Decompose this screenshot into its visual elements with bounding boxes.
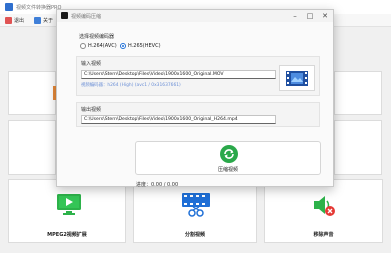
input-codec-info: 视频编码器：h264 (High) (avc1 / 0x31637661)	[81, 83, 181, 88]
tile-mid-right[interactable]	[334, 120, 382, 175]
input-video-label: 输入视频	[81, 61, 102, 67]
menu-about[interactable]: 关于	[34, 16, 53, 25]
dialog-title: 视频编码压缩	[71, 14, 102, 20]
radio-h264-label: H.264(AVC)	[88, 43, 117, 49]
dialog-app-icon	[61, 12, 68, 19]
radio-h264-dot[interactable]	[80, 43, 86, 49]
split-video-icon	[182, 193, 210, 217]
output-group: 输出视频 C:\Users\Stern\Desktop\Files\Video\…	[76, 102, 320, 127]
tile-mpeg2-extension[interactable]: MPEG2视频扩展	[8, 179, 126, 243]
tile-top-left[interactable]	[8, 71, 58, 115]
film-icon	[286, 71, 308, 86]
menu-about-label: 关于	[43, 18, 54, 24]
main-window-title: 视频文件转换器PRO	[16, 5, 62, 11]
radio-h265-dot[interactable]	[120, 43, 126, 49]
radio-h265[interactable]: H.265(HEVC)	[120, 43, 161, 49]
codec-section-label: 选择视频编码器	[79, 34, 115, 40]
tile-split-video[interactable]: 分割视频	[133, 179, 257, 243]
monitor-icon	[57, 194, 81, 215]
tile-top-right[interactable]	[334, 71, 382, 115]
menu-exit[interactable]: 退出	[5, 16, 24, 25]
progress-text: 进度：0.00 / 0.00	[136, 182, 179, 188]
tile-mid-left[interactable]	[8, 120, 60, 175]
app-icon	[5, 3, 13, 11]
maximize-button[interactable]: □	[305, 11, 315, 20]
minimize-button[interactable]: –	[290, 11, 300, 20]
compress-video-label: 压缩视频	[217, 167, 238, 173]
compress-dialog: 视频编码压缩 – □ ✕ 选择视频编码器 H.264(AVC) H.265(HE…	[56, 9, 334, 188]
compress-refresh-icon	[220, 145, 238, 163]
tile-split-label: 分割视频	[184, 232, 205, 238]
video-preview-button[interactable]	[279, 65, 315, 91]
compress-video-button[interactable]: 压缩视频	[135, 141, 321, 175]
dialog-titlebar: 视频编码压缩 – □ ✕	[57, 10, 333, 22]
input-path-field[interactable]: C:\Users\Stern\Desktop\Files\Video\1900x…	[81, 70, 276, 79]
close-button[interactable]: ✕	[320, 11, 330, 20]
exit-icon	[5, 17, 12, 24]
output-video-label: 输出视频	[81, 107, 102, 113]
radio-h264[interactable]: H.264(AVC)	[80, 43, 117, 49]
info-icon	[34, 17, 41, 24]
menu-exit-label: 退出	[14, 18, 25, 24]
tile-remove-audio[interactable]: 移除声音	[264, 179, 383, 243]
tile-mpeg2-label: MPEG2视频扩展	[47, 232, 87, 238]
mute-icon	[314, 196, 335, 216]
output-path-field[interactable]: C:\Users\Stern\Desktop\Files\Video\1900x…	[81, 115, 276, 124]
radio-h265-label: H.265(HEVC)	[128, 43, 161, 49]
tile-remove-audio-label: 移除声音	[313, 232, 334, 238]
